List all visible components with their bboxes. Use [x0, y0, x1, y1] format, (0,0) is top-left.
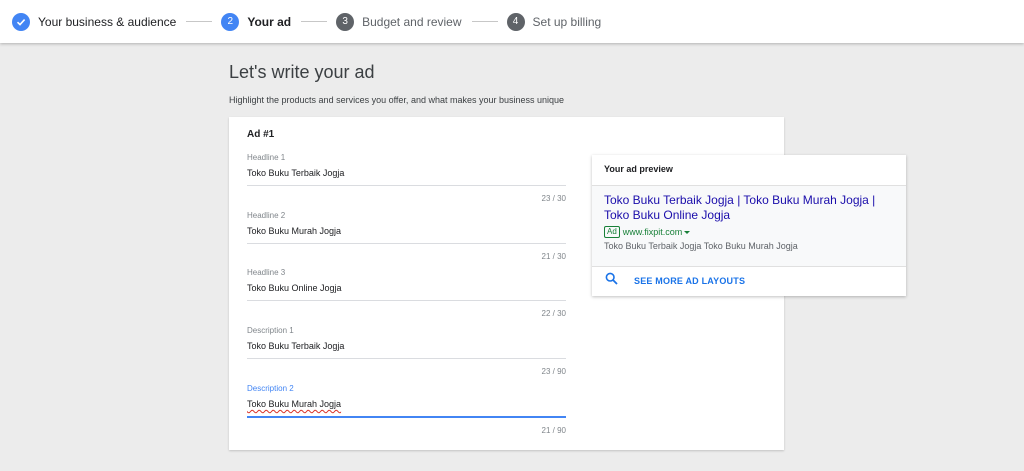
field-label: Headline 3 [247, 268, 286, 277]
preview-url-row: Ad www.fixpit.com [604, 226, 894, 238]
page-title: Let's write your ad [229, 62, 375, 82]
headline-1-input[interactable]: Toko Buku Terbaik Jogja [247, 168, 566, 181]
ad-preview-card: Your ad preview Toko Buku Terbaik Jogja … [592, 155, 906, 296]
headline-2-input[interactable]: Toko Buku Murah Jogja [247, 226, 566, 239]
step-number: 3 [336, 12, 355, 31]
step-business-audience[interactable]: Your business & audience [12, 0, 176, 43]
ad-title: Ad #1 [247, 129, 275, 140]
char-counter: 21 / 30 [541, 252, 566, 261]
preview-headline: Toko Buku Terbaik Jogja | Toko Buku Mura… [604, 193, 876, 222]
ad-badge: Ad [604, 226, 620, 238]
field-underline [247, 300, 566, 301]
description-2-field[interactable]: Description 2 Toko Buku Murah Jogja 21 /… [247, 384, 566, 435]
step-separator [471, 21, 498, 22]
headline-3-input[interactable]: Toko Buku Online Jogja [247, 283, 566, 296]
see-more-ad-layouts-button[interactable]: SEE MORE AD LAYOUTS [592, 267, 906, 295]
field-underline [247, 185, 566, 186]
field-label: Description 2 [247, 384, 294, 393]
preview-description: Toko Buku Terbaik Jogja Toko Buku Murah … [604, 241, 798, 251]
field-underline-focused [247, 416, 566, 418]
field-label: Headline 2 [247, 211, 286, 220]
description-1-field[interactable]: Description 1 Toko Buku Terbaik Jogja 23… [247, 326, 566, 376]
step-your-ad[interactable]: 2 Your ad [221, 0, 291, 43]
field-label: Headline 1 [247, 153, 286, 162]
step-label: Set up billing [532, 14, 602, 29]
page-subtitle: Highlight the products and services you … [229, 95, 565, 105]
char-counter: 23 / 90 [541, 367, 566, 376]
see-more-label: SEE MORE AD LAYOUTS [634, 276, 746, 286]
preview-url: www.fixpit.com [622, 227, 683, 237]
field-underline [247, 243, 566, 244]
search-icon [605, 272, 618, 290]
step-separator [301, 21, 328, 22]
step-label: Budget and review [362, 14, 462, 29]
preview-title: Your ad preview [604, 164, 673, 174]
field-text: Toko Buku Murah Jogja [247, 399, 342, 409]
step-number: 2 [221, 12, 240, 31]
step-label: Your ad [247, 14, 292, 29]
description-1-input[interactable]: Toko Buku Terbaik Jogja [247, 341, 566, 354]
step-label: Your business & audience [38, 14, 177, 29]
step-number: 4 [506, 12, 525, 31]
check-icon [12, 12, 30, 31]
preview-body: Toko Buku Terbaik Jogja | Toko Buku Mura… [592, 185, 906, 267]
caret-down-icon [684, 230, 691, 234]
char-counter: 22 / 30 [541, 309, 566, 318]
step-budget-review[interactable]: 3 Budget and review [336, 0, 462, 43]
headline-2-field[interactable]: Headline 2 Toko Buku Murah Jogja 21 / 30 [247, 211, 566, 261]
field-underline [247, 358, 566, 359]
stepper: Your business & audience 2 Your ad 3 Bud… [0, 0, 1024, 43]
step-separator [186, 21, 213, 22]
headline-3-field[interactable]: Headline 3 Toko Buku Online Jogja 22 / 3… [247, 268, 566, 318]
step-billing[interactable]: 4 Set up billing [506, 0, 602, 43]
description-2-input[interactable]: Toko Buku Murah Jogja [247, 399, 566, 412]
field-label: Description 1 [247, 326, 294, 335]
char-counter: 21 / 90 [541, 426, 566, 435]
headline-1-field[interactable]: Headline 1 Toko Buku Terbaik Jogja 23 / … [247, 153, 566, 203]
char-counter: 23 / 30 [541, 194, 566, 203]
